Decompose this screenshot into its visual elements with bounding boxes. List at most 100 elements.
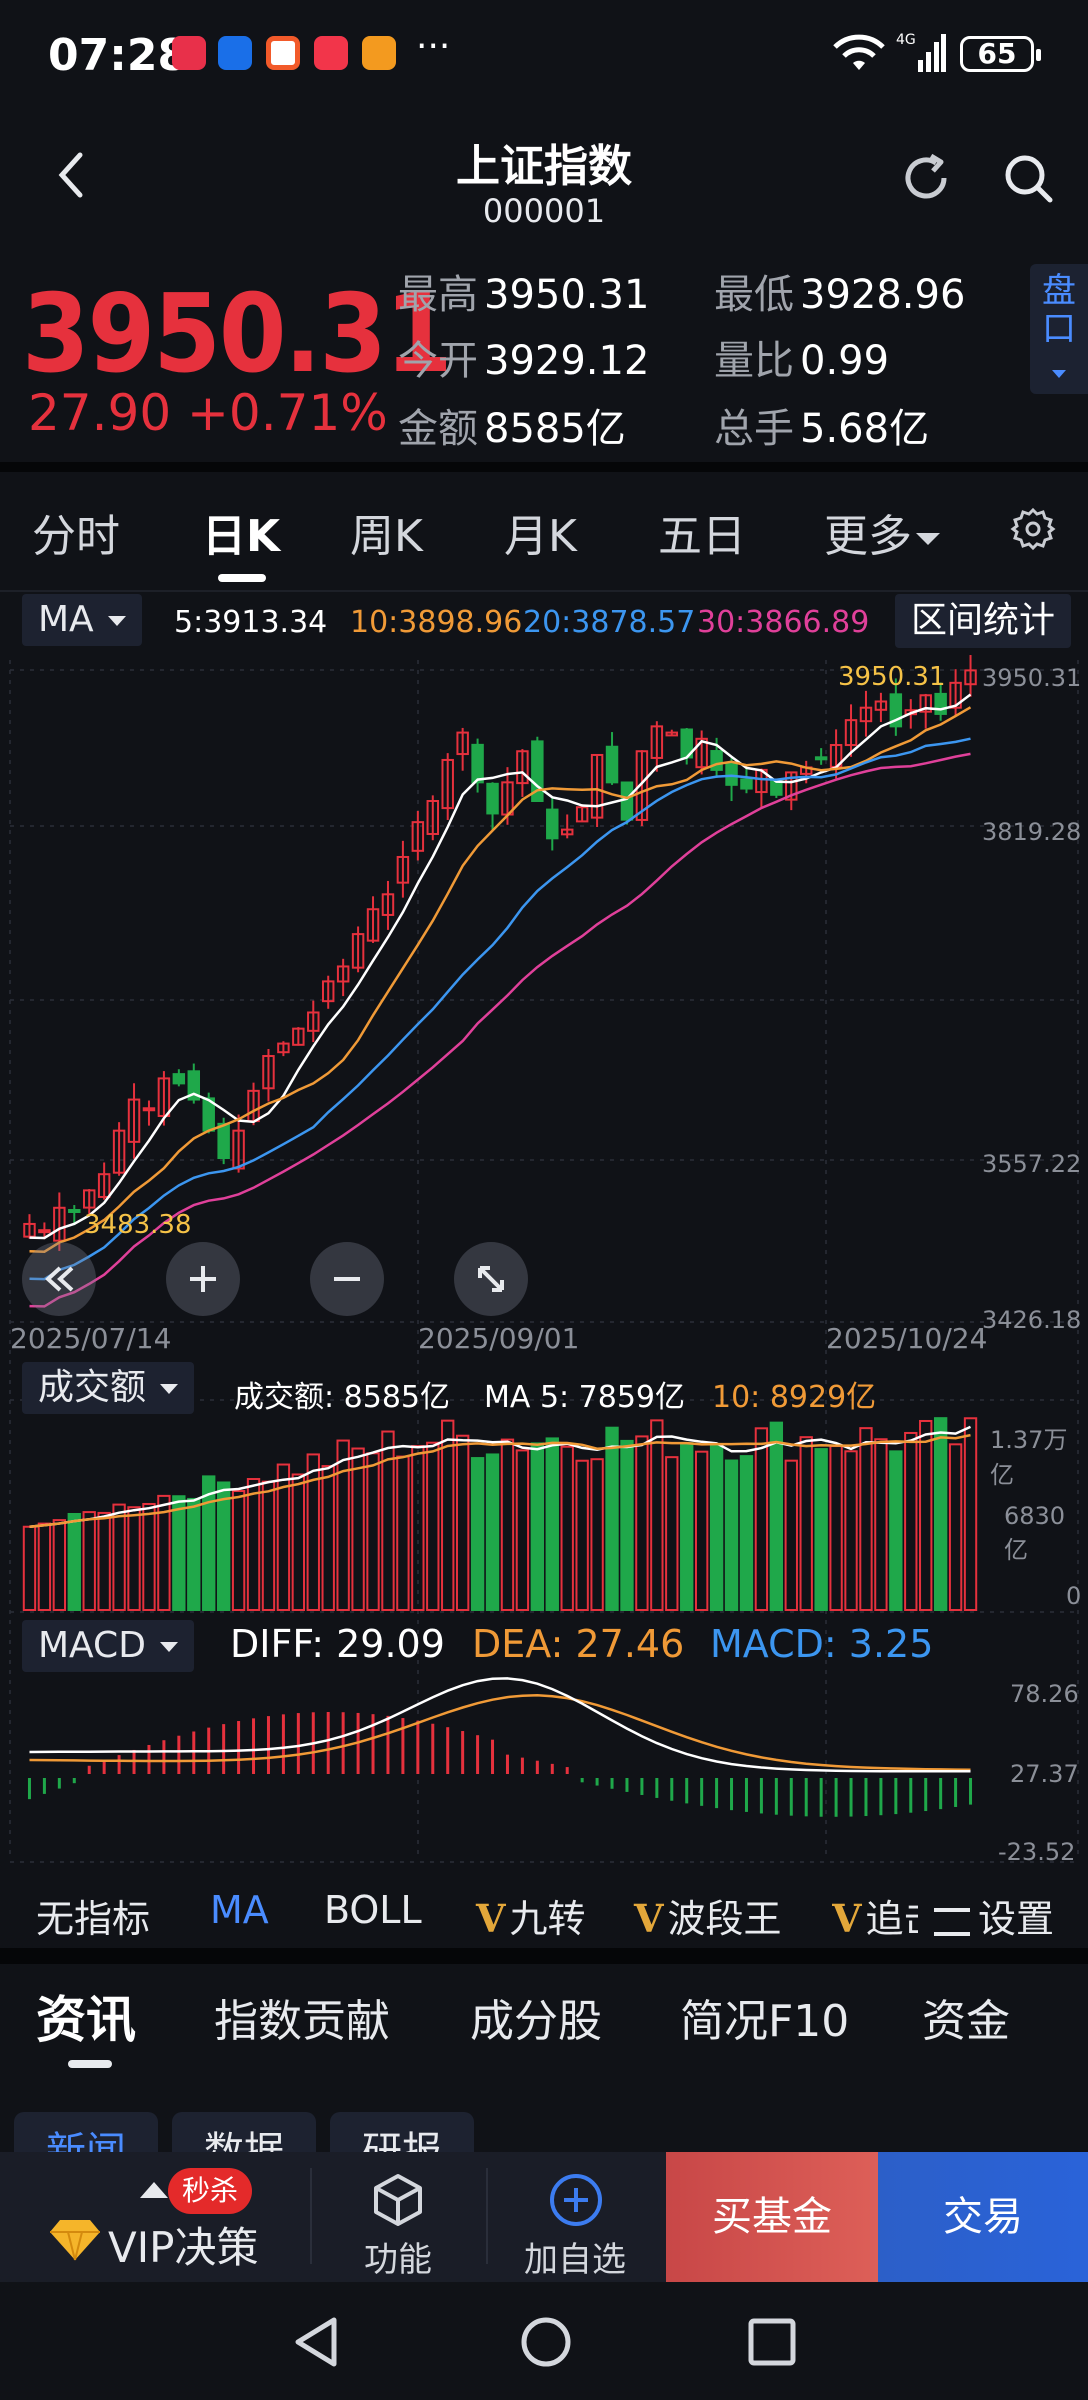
volume-selector[interactable]: 成交额	[22, 1362, 195, 1414]
volume-bar	[919, 1419, 933, 1611]
tab-constituents[interactable]: 成分股	[470, 1985, 602, 2049]
x-tick: 2025/10/24	[826, 1322, 988, 1355]
ma-selector[interactable]: MA	[22, 594, 142, 646]
candle	[546, 808, 559, 840]
volume-bar	[500, 1438, 515, 1611]
macd-histogram-bar	[431, 1723, 435, 1774]
volume-bar	[769, 1421, 784, 1611]
candle	[620, 781, 634, 821]
tab-monthly-k[interactable]: 月K	[504, 500, 577, 564]
volume-bar	[694, 1450, 709, 1611]
macd-histogram-bar	[416, 1720, 420, 1774]
tab-five-day[interactable]: 五日	[658, 500, 746, 564]
nav-recents-icon[interactable]	[746, 2316, 798, 2368]
y-tick: 3557.22	[982, 1150, 1082, 1178]
indicator-zhuiji[interactable]: V追击	[832, 1888, 918, 1943]
add-watchlist-button[interactable]: 加自选	[524, 2232, 626, 2281]
volume-bar	[530, 1442, 545, 1611]
volume-bar	[635, 1435, 649, 1612]
volume-bar	[948, 1443, 963, 1612]
macd-histogram-bar	[147, 1744, 151, 1774]
indicator-none[interactable]: 无指标	[36, 1888, 150, 1943]
macd-histogram-bar	[222, 1724, 226, 1774]
add-circle-icon[interactable]	[548, 2172, 604, 2228]
volume-bar	[426, 1441, 440, 1612]
tab-contribution[interactable]: 指数贡献	[214, 1985, 390, 2049]
stat-low: 最低 3928.96	[714, 272, 966, 318]
tab-weekly-k[interactable]: 周K	[350, 500, 423, 564]
vip-v-icon: V	[832, 1896, 862, 1941]
ma10-line	[29, 706, 972, 1253]
cube-icon[interactable]	[370, 2172, 426, 2228]
stat-open: 今开 3929.12	[398, 338, 650, 384]
nav-home-icon[interactable]	[518, 2314, 574, 2370]
scroll-left-button[interactable]	[22, 1242, 96, 1316]
macd-histogram-bar	[610, 1778, 614, 1789]
indicator-boduanwang[interactable]: V 波段王	[634, 1888, 782, 1943]
function-button[interactable]: 功能	[364, 2232, 432, 2281]
macd-histogram-bar	[42, 1778, 46, 1794]
macd-dea: DEA: 27.46	[472, 1622, 685, 1666]
volume-bar	[22, 1525, 37, 1611]
macd-histogram-bar	[655, 1778, 659, 1798]
volume-bar	[739, 1455, 754, 1611]
tab-intraday[interactable]: 分时	[32, 500, 120, 564]
douyin-app-icon	[172, 36, 206, 70]
fullscreen-button[interactable]	[454, 1242, 528, 1316]
candle	[725, 762, 738, 786]
tab-funds[interactable]: 资金	[922, 1985, 1010, 2049]
indicator-settings[interactable]: 设置	[934, 1888, 1054, 1943]
pankou-button[interactable]: 盘口	[1030, 264, 1088, 394]
search-icon[interactable]	[1000, 150, 1056, 206]
zoom-in-button[interactable]	[166, 1242, 240, 1316]
macd-histogram-bar	[774, 1778, 778, 1815]
macd-histogram-bar	[924, 1778, 928, 1812]
tab-news[interactable]: 资讯	[36, 1980, 136, 2052]
macd-histogram-bar	[476, 1735, 480, 1774]
indicator-jiuzhuan[interactable]: V 九转	[476, 1888, 586, 1943]
alipay-app-icon	[218, 36, 252, 70]
range-stats-button[interactable]: 区间统计	[895, 594, 1071, 648]
macd-histogram-bar	[744, 1778, 748, 1812]
volume-bar	[366, 1452, 380, 1611]
trade-button[interactable]: 交易	[878, 2152, 1088, 2282]
volume-bar	[246, 1478, 261, 1612]
macd-histogram-bar	[326, 1712, 330, 1774]
ma20-value: 20:3878.57	[523, 605, 696, 640]
buy-fund-button[interactable]: 买基金	[666, 2152, 878, 2282]
expand-up-icon[interactable]	[140, 2180, 168, 2198]
tab-more[interactable]: 更多	[824, 500, 940, 564]
tab-daily-k[interactable]: 日K	[202, 500, 280, 564]
ma10-value: 10:3898.96	[350, 605, 523, 640]
macd-histogram-bar	[491, 1739, 495, 1774]
vip-decision-button[interactable]: VIP决策	[108, 2214, 258, 2275]
volume-bar	[709, 1442, 724, 1611]
macd-histogram-bar	[894, 1778, 898, 1815]
macd-histogram-bar	[177, 1735, 181, 1774]
y-tick-high: 3950.31	[982, 664, 1082, 692]
macd-histogram-bar	[57, 1778, 61, 1789]
candle	[710, 750, 723, 771]
macd-histogram-bar	[685, 1778, 689, 1804]
candlestick-chart[interactable]	[0, 655, 1088, 1875]
refresh-icon[interactable]	[898, 150, 954, 206]
zoom-out-button[interactable]	[310, 1242, 384, 1316]
volume-bar	[172, 1495, 186, 1612]
gear-icon[interactable]	[1010, 506, 1056, 552]
nav-back-icon[interactable]	[290, 2314, 340, 2370]
tab-f10[interactable]: 简况F10	[680, 1985, 849, 2049]
indicator-boll[interactable]: BOLL	[324, 1888, 422, 1932]
volume-bar	[351, 1447, 365, 1611]
low-annotation: 3483.38	[84, 1210, 192, 1240]
macd-histogram-bar	[281, 1714, 285, 1774]
macd-histogram-bar	[461, 1731, 465, 1774]
stat-high: 最高 3950.31	[398, 272, 650, 318]
volume-bar	[187, 1497, 201, 1612]
macd-histogram-bar	[730, 1778, 734, 1811]
volume-bar	[82, 1511, 96, 1611]
macd-y-tick: -23.52	[998, 1838, 1076, 1866]
volume-bar	[470, 1457, 485, 1611]
indicator-ma[interactable]: MA	[210, 1888, 269, 1932]
macd-selector[interactable]: MACD	[22, 1620, 194, 1672]
notification-more-icon: ···	[416, 26, 451, 67]
